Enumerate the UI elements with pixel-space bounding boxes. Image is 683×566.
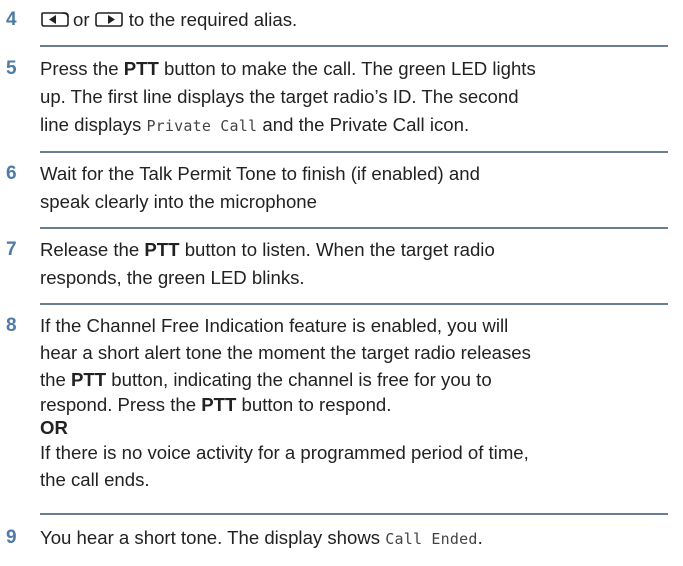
step-number: 9	[6, 527, 17, 548]
ptt-label: PTT	[123, 58, 159, 79]
step-8: 8 If the Channel Free Indication feature…	[0, 312, 670, 493]
step-line: If there is no voice activity for a prog…	[40, 442, 529, 463]
ptt-label: PTT	[144, 239, 180, 260]
step-line: Release the PTT button to listen. When t…	[40, 239, 495, 260]
step-text: Wait for the Talk Permit Tone to finish …	[40, 160, 670, 216]
step-text: You hear a short tone. The display shows…	[40, 524, 670, 553]
display-text-call-ended: Call Ended	[385, 530, 478, 548]
step-number: 7	[6, 239, 17, 260]
step-line: You hear a short tone. The display shows…	[40, 527, 483, 548]
step-text: If the Channel Free Indication feature i…	[40, 312, 670, 493]
display-text-private-call: Private Call	[146, 117, 258, 135]
step-line: responds, the green LED blinks.	[40, 267, 305, 288]
step-4: 4 or to the required alias.	[0, 6, 670, 34]
step-line: hear a short alert tone the moment the t…	[40, 342, 531, 363]
step-9: 9 You hear a short tone. The display sho…	[0, 524, 670, 553]
or-text: or	[73, 9, 90, 30]
step-line: the PTT button, indicating the channel i…	[40, 369, 492, 390]
step-divider	[40, 227, 668, 229]
step-6: 6 Wait for the Talk Permit Tone to finis…	[0, 160, 670, 216]
step-text: Press the PTT button to make the call. T…	[40, 55, 670, 140]
or-label: OR	[40, 417, 68, 438]
right-arrow-key-icon	[94, 11, 124, 28]
ptt-label: PTT	[201, 394, 237, 415]
step-divider	[40, 303, 668, 305]
step-line: respond. Press the PTT button to respond…	[40, 394, 392, 415]
step-line: the call ends.	[40, 469, 150, 490]
step-line: If the Channel Free Indication feature i…	[40, 315, 509, 336]
step-number: 8	[6, 315, 17, 336]
step-divider	[40, 513, 668, 515]
step-line: line displays Private Call and the Priva…	[40, 114, 470, 135]
step-text: Release the PTT button to listen. When t…	[40, 236, 670, 292]
step-line: up. The first line displays the target r…	[40, 86, 519, 107]
ptt-label: PTT	[71, 369, 107, 390]
step-number: 6	[6, 163, 17, 184]
step-text: or to the required alias.	[40, 6, 670, 34]
step-5: 5 Press the PTT button to make the call.…	[0, 55, 670, 140]
left-arrow-key-icon	[40, 11, 70, 28]
step-divider	[40, 45, 668, 47]
step-divider	[40, 151, 668, 153]
step-4-text: to the required alias.	[128, 9, 298, 30]
step-line: speak clearly into the microphone	[40, 191, 317, 212]
step-7: 7 Release the PTT button to listen. When…	[0, 236, 670, 292]
step-number: 5	[6, 58, 17, 79]
step-line: Press the PTT button to make the call. T…	[40, 58, 536, 79]
step-line: Wait for the Talk Permit Tone to finish …	[40, 163, 480, 184]
step-number: 4	[6, 9, 17, 30]
